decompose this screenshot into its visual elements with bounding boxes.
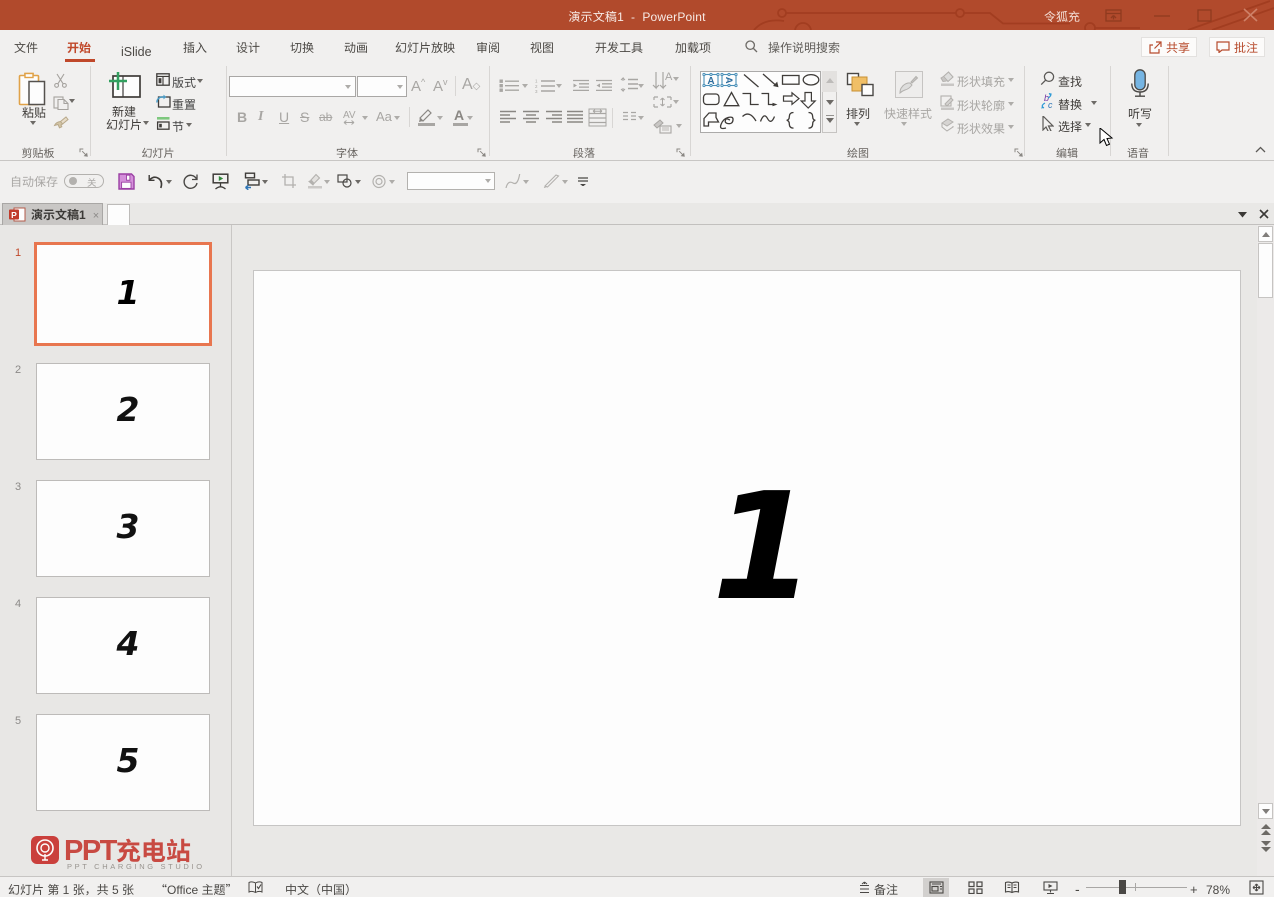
- svg-text:A: A: [665, 71, 673, 83]
- svg-text:P: P: [11, 209, 17, 219]
- svg-text:AV: AV: [343, 110, 356, 121]
- svg-text:c: c: [1048, 100, 1053, 109]
- svg-text:1: 1: [535, 79, 538, 84]
- svg-text:A: A: [707, 76, 714, 87]
- svg-text:3: 3: [535, 89, 538, 93]
- svg-text:A: A: [723, 77, 734, 84]
